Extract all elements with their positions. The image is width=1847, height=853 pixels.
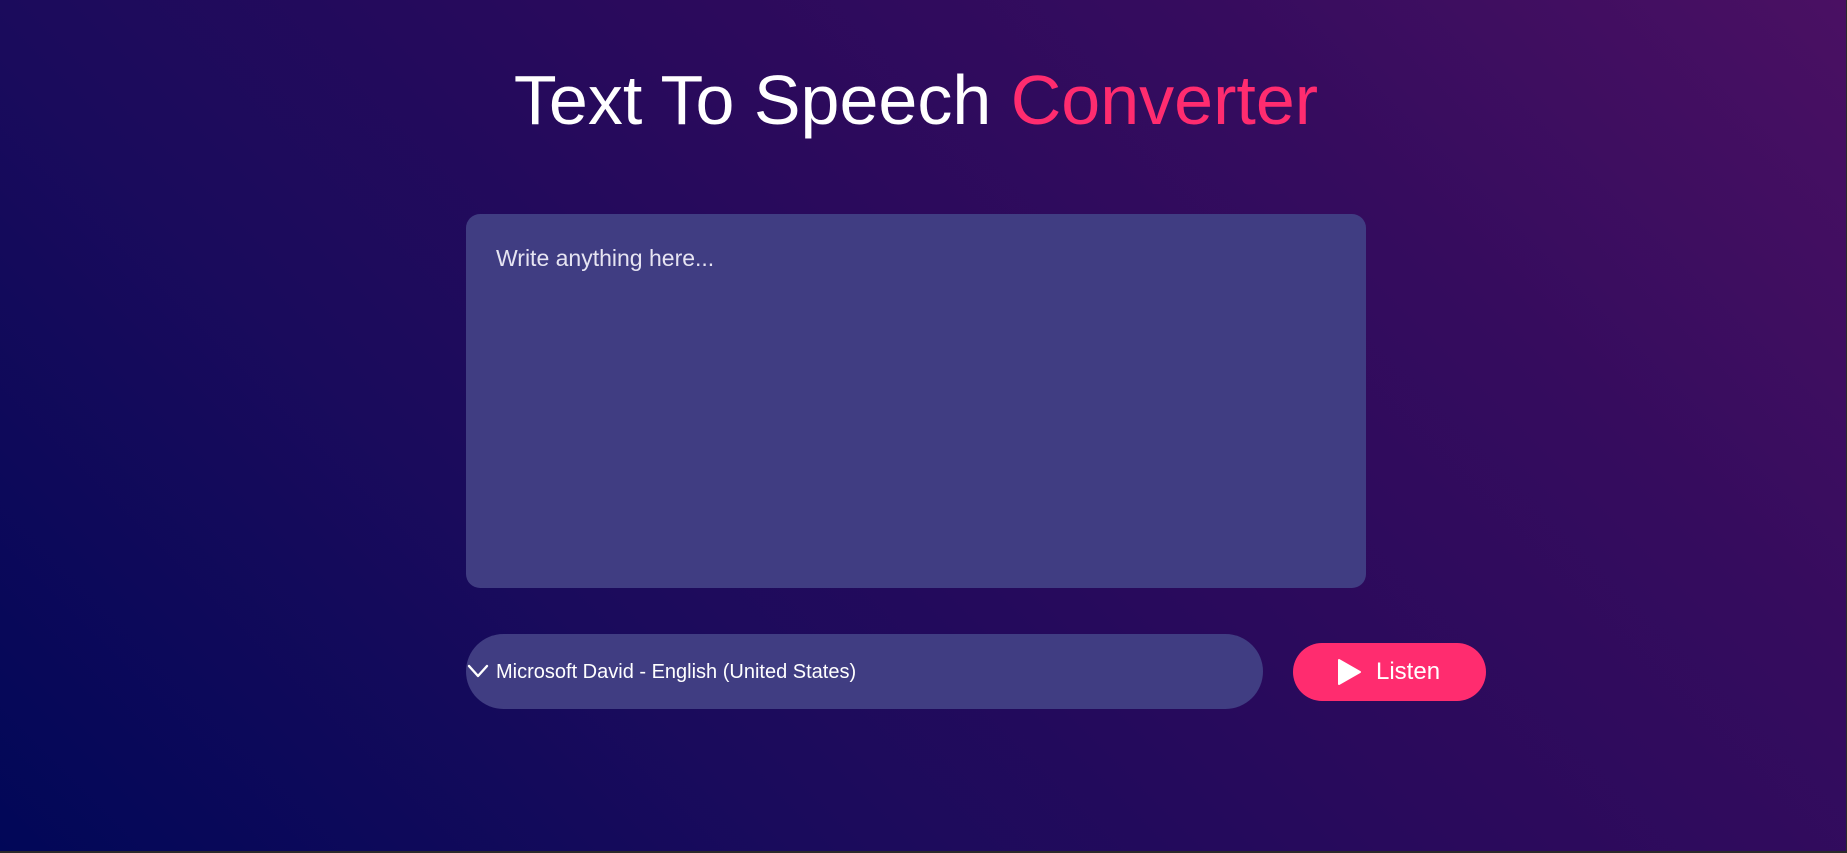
text-input[interactable] [466, 214, 1366, 588]
page-background: Text To Speech Converter Microsoft David… [0, 0, 1846, 851]
listen-button-label[interactable]: Listen [1376, 659, 1440, 685]
title-main: Text To Speech [513, 61, 992, 139]
page-title: Text To Speech Converter [0, 58, 1832, 142]
title-accent: Converter [1010, 61, 1319, 139]
chevron-down-icon[interactable] [466, 659, 490, 683]
voice-select-value[interactable]: Microsoft David - English (United States… [496, 661, 856, 683]
play-icon[interactable] [1337, 658, 1362, 686]
